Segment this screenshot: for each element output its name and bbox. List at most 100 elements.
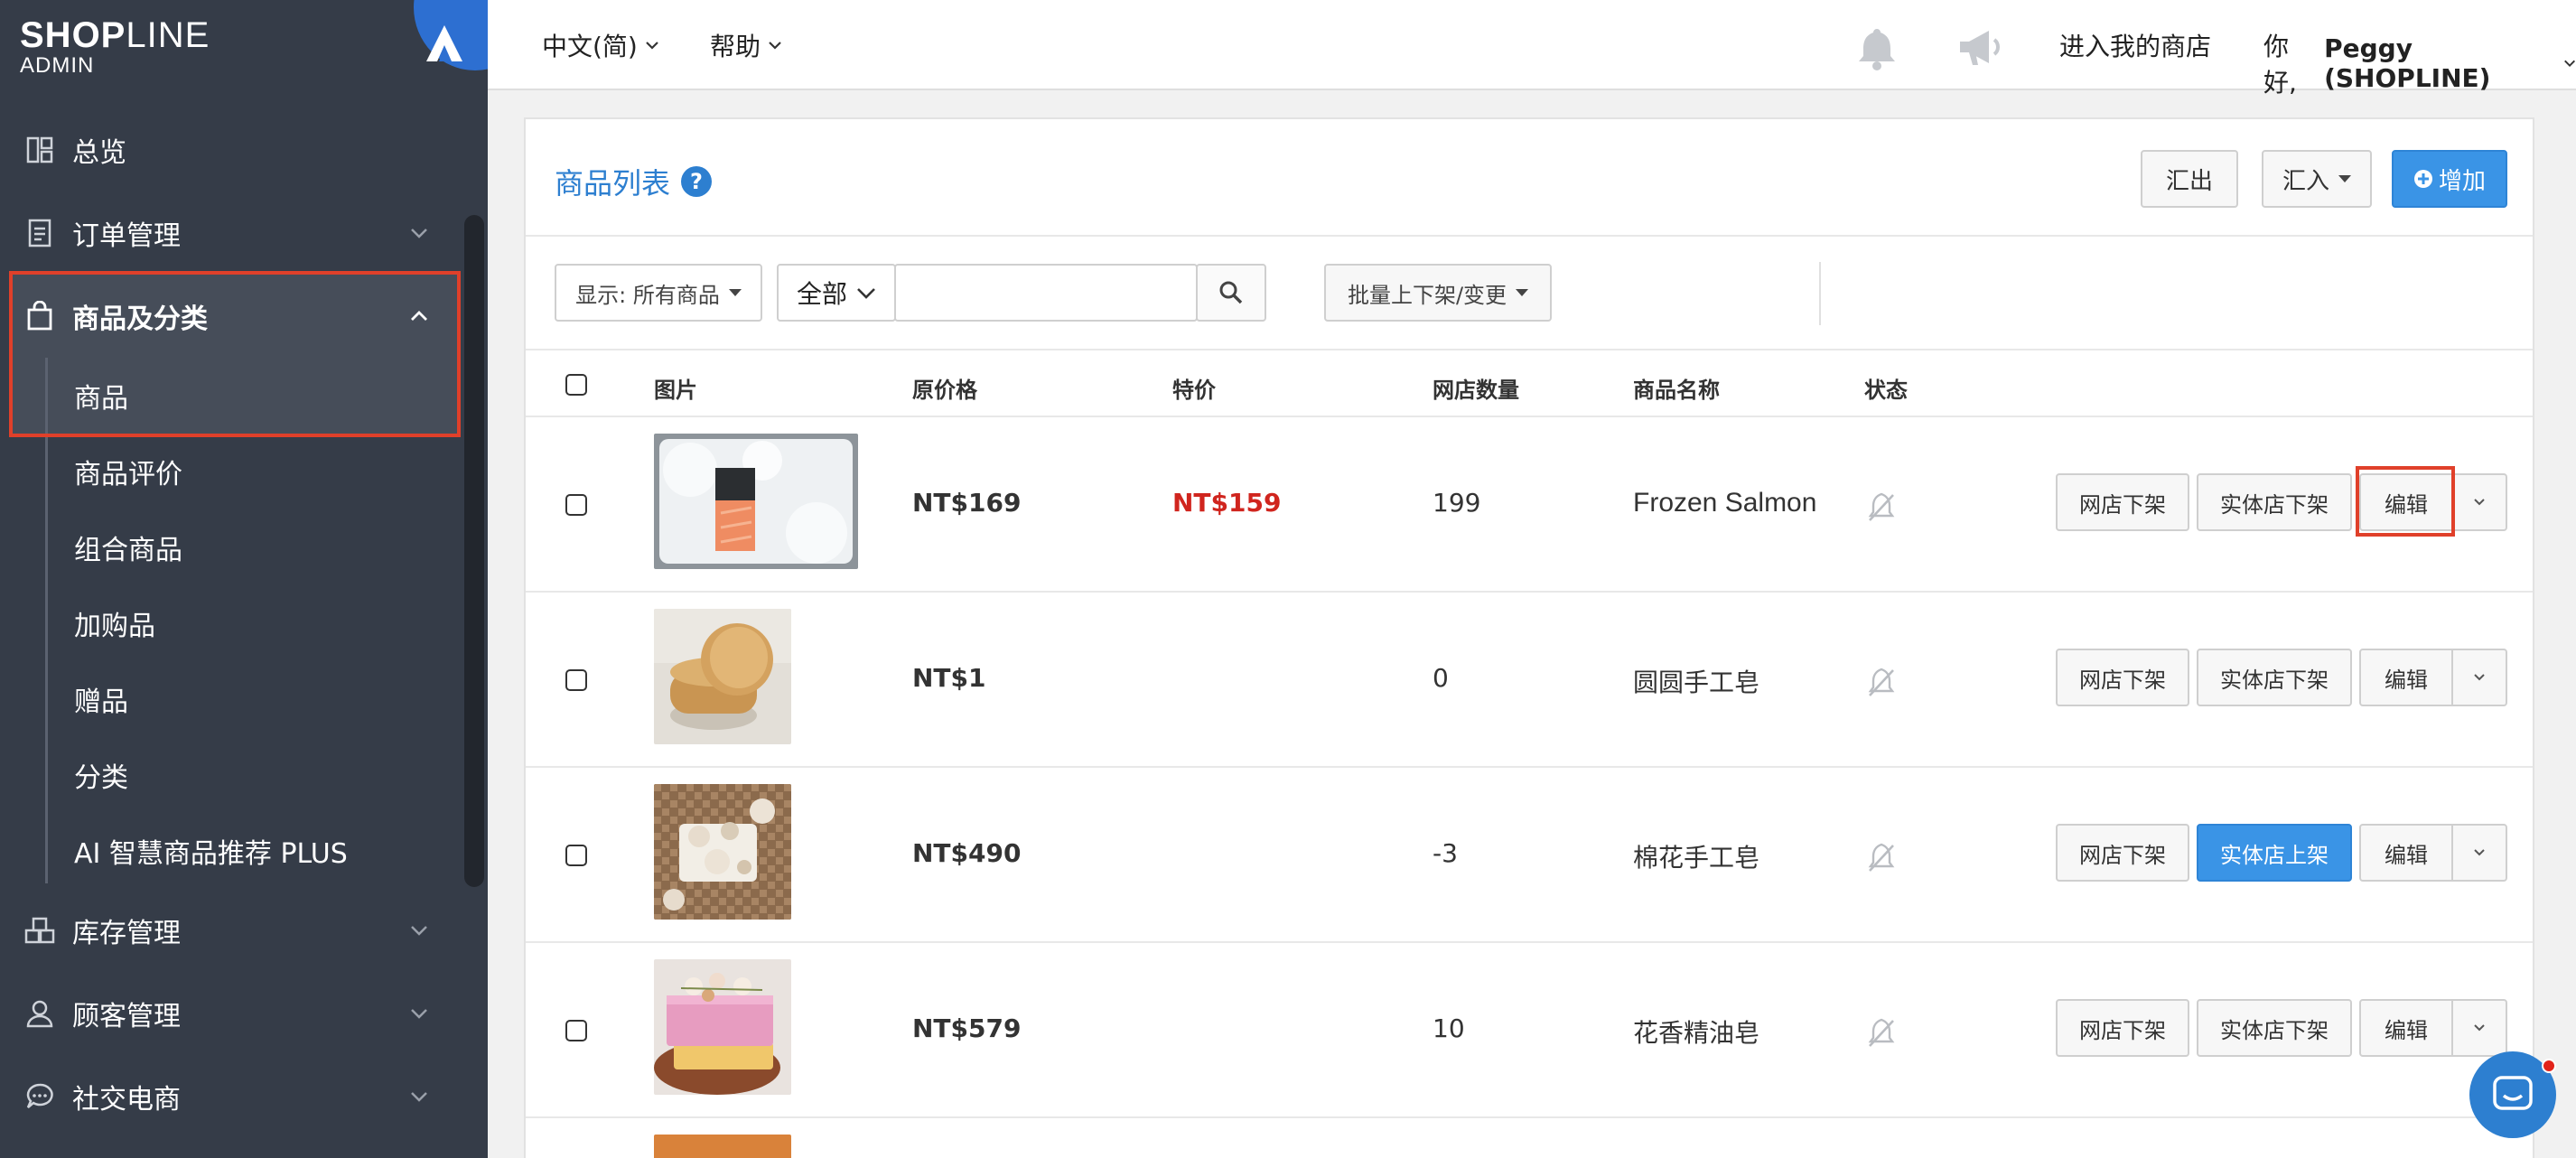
row-checkbox[interactable]	[565, 845, 587, 866]
import-dropdown-button[interactable]: 汇入	[2262, 150, 2372, 208]
import-label: 汇入	[2282, 167, 2329, 195]
bell-icon[interactable]	[1852, 22, 1902, 72]
online-delist-button[interactable]: 网店下架	[2056, 824, 2189, 882]
sidebar-scrollbar[interactable]	[464, 215, 484, 887]
store-delist-button[interactable]: 实体店下架	[2197, 999, 2352, 1057]
store-toggle-label: 实体店下架	[2220, 491, 2329, 518]
unread-badge	[2542, 1059, 2556, 1073]
export-button[interactable]: 汇出	[2141, 150, 2238, 208]
more-actions-button[interactable]	[2451, 473, 2507, 531]
search-scope-dropdown[interactable]: 全部	[777, 264, 896, 322]
more-actions-button[interactable]	[2451, 824, 2507, 882]
order-icon	[23, 217, 56, 249]
column-header-name: 商品名称	[1633, 378, 1720, 403]
edit-button[interactable]: 编辑	[2359, 824, 2453, 882]
row-checkbox[interactable]	[565, 494, 587, 516]
display-filter-dropdown[interactable]: 显示: 所有商品	[555, 264, 762, 322]
product-image-floral-soap[interactable]	[654, 959, 791, 1095]
store-toggle-label: 实体店下架	[2220, 1017, 2329, 1043]
sidebar-subitem-label: 赠品	[74, 686, 128, 718]
add-product-button[interactable]: 增加	[2392, 150, 2507, 208]
search-input[interactable]	[894, 264, 1198, 322]
help-icon[interactable]: ?	[681, 166, 713, 197]
sidebar-subitem-ai-recommend[interactable]: AI 智慧商品推荐 PLUS	[45, 813, 461, 889]
product-sale-price: NT$159	[1172, 488, 1282, 518]
sidebar-item-social[interactable]: 社交电商	[0, 1055, 461, 1138]
greeting-label: 你好,	[2263, 32, 2297, 98]
sidebar-subitem-addons[interactable]: 加购品	[45, 585, 461, 661]
sidebar-subitem-label: 商品评价	[74, 459, 182, 490]
product-image-round-soap[interactable]	[654, 609, 791, 744]
sidebar-subitem-categories[interactable]: 分类	[45, 737, 461, 813]
brand-logo[interactable]: SHOPLINE ADMIN	[20, 16, 210, 78]
table-row: NT$169 NT$159 199 Frozen Salmon 网店下架 实体店…	[526, 417, 2533, 593]
online-delist-button[interactable]: 网店下架	[2056, 473, 2189, 531]
edit-button[interactable]: 编辑	[2359, 649, 2453, 706]
store-list-button[interactable]: 实体店上架	[2197, 824, 2352, 882]
search-icon	[1219, 281, 1243, 304]
product-image-frozen-salmon[interactable]	[654, 434, 858, 569]
online-delist-label: 网店下架	[2079, 667, 2166, 693]
product-price: NT$490	[912, 838, 1022, 868]
chevron-down-icon	[411, 1092, 427, 1102]
column-header-quantity: 网店数量	[1433, 378, 1519, 403]
language-dropdown[interactable]: 中文(简)	[542, 27, 659, 63]
shopline-logo-icon[interactable]	[423, 22, 466, 65]
sidebar-subitem-label: 加购品	[74, 611, 155, 642]
table-row: NT$1 0 圆圆手工皂 网店下架 实体店下架 编辑	[526, 593, 2533, 768]
select-all-checkbox[interactable]	[565, 374, 587, 396]
caret-down-icon	[1516, 289, 1529, 296]
store-delist-button[interactable]: 实体店下架	[2197, 473, 2352, 531]
sidebar: SHOPLINE ADMIN 总览 订单管理 商品及分类 商品 商品评价 组合商…	[0, 0, 488, 1158]
sidebar-subitem-reviews[interactable]: 商品评价	[45, 434, 461, 509]
row-checkbox[interactable]	[565, 669, 587, 691]
sidebar-subitem-gifts[interactable]: 赠品	[45, 661, 461, 737]
panel-header: 商品列表 ? 汇出 汇入 增加	[526, 119, 2533, 237]
help-dropdown[interactable]: 帮助	[710, 27, 782, 63]
sidebar-item-overview[interactable]: 总览	[0, 108, 461, 191]
product-image-partial[interactable]	[654, 1135, 791, 1158]
brand-name-bold: SHOP	[20, 15, 126, 55]
caret-down-icon	[2338, 175, 2351, 182]
column-header-status: 状态	[1864, 378, 1908, 403]
store-delist-button[interactable]: 实体店下架	[2197, 649, 2352, 706]
online-delist-label: 网店下架	[2079, 1017, 2166, 1043]
more-actions-button[interactable]	[2451, 649, 2507, 706]
brand-sub: ADMIN	[20, 53, 95, 78]
row-checkbox[interactable]	[565, 1020, 587, 1041]
visit-store-link[interactable]: 进入我的商店	[2059, 27, 2211, 63]
search-button[interactable]	[1196, 264, 1266, 322]
edit-button[interactable]: 编辑	[2359, 999, 2453, 1057]
inventory-icon	[23, 914, 56, 947]
user-menu-dropdown[interactable]: 你好, Peggy (SHOPLINE)	[2263, 27, 2576, 99]
chevron-down-icon	[411, 926, 427, 936]
user-name: Peggy (SHOPLINE)	[2324, 33, 2491, 93]
sidebar-item-orders[interactable]: 订单管理	[0, 191, 461, 275]
chevron-down-icon	[2474, 1024, 2485, 1032]
brand-name-light: LINE	[126, 15, 210, 55]
megaphone-icon[interactable]	[1955, 22, 2005, 72]
page-title: 商品列表 ?	[555, 161, 713, 202]
product-image-cotton-soap[interactable]	[654, 784, 791, 920]
bulk-actions-dropdown[interactable]: 批量上下架/变更	[1324, 264, 1552, 322]
more-actions-button[interactable]	[2451, 999, 2507, 1057]
notification-off-icon	[1868, 668, 1895, 696]
online-delist-button[interactable]: 网店下架	[2056, 649, 2189, 706]
sidebar-subitem-bundles[interactable]: 组合商品	[45, 509, 461, 585]
chevron-down-icon	[2563, 60, 2575, 68]
chevron-down-icon	[857, 288, 875, 299]
product-list-panel: 商品列表 ? 汇出 汇入 增加 显示: 所有商品 全部 批量上下架/变更 图片	[524, 117, 2534, 1158]
sidebar-item-customers[interactable]: 顾客管理	[0, 972, 461, 1055]
highlight-box-edit	[2356, 466, 2455, 537]
chevron-down-icon	[411, 1009, 427, 1019]
highlight-box-products	[9, 271, 461, 437]
sidebar-item-label: 社交电商	[72, 1084, 181, 1116]
edit-label: 编辑	[2385, 667, 2428, 693]
filter-divider	[1819, 262, 1821, 325]
product-price: NT$1	[912, 663, 986, 693]
chevron-down-icon	[2474, 499, 2485, 506]
sidebar-item-label: 顾客管理	[72, 1001, 181, 1032]
sidebar-item-inventory[interactable]: 库存管理	[0, 889, 461, 972]
sidebar-subitem-label: AI 智慧商品推荐 PLUS	[74, 838, 348, 870]
online-delist-button[interactable]: 网店下架	[2056, 999, 2189, 1057]
